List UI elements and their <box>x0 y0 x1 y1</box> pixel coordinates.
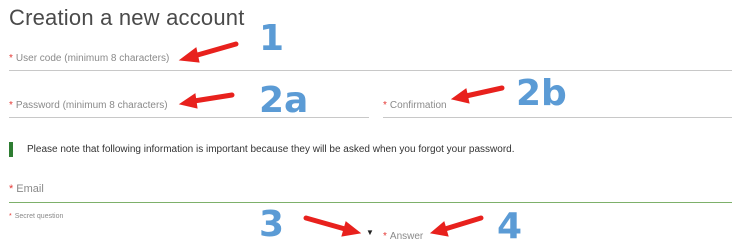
annotation-arrows <box>178 41 505 237</box>
arrow-2b-icon <box>450 85 505 104</box>
arrow-3-icon <box>303 215 362 237</box>
arrow-4-icon <box>429 215 484 237</box>
arrow-1-icon <box>178 41 239 63</box>
arrow-2a-icon <box>178 92 235 109</box>
